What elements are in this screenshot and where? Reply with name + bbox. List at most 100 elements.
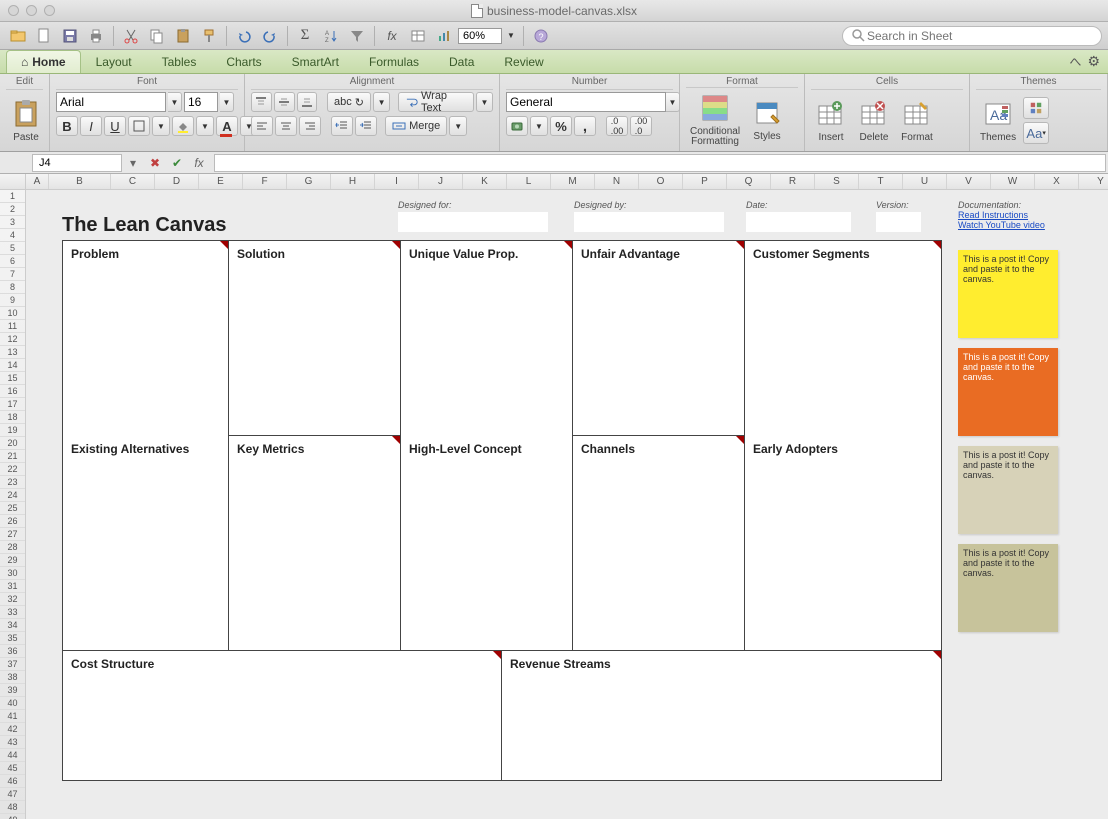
number-format-select[interactable] bbox=[506, 92, 666, 112]
row-header-45[interactable]: 45 bbox=[0, 762, 25, 775]
font-size-select[interactable] bbox=[184, 92, 218, 112]
percent-button[interactable]: % bbox=[550, 116, 572, 136]
col-header-J[interactable]: J bbox=[419, 174, 463, 189]
align-center-button[interactable] bbox=[275, 116, 297, 136]
increase-indent-button[interactable] bbox=[355, 116, 377, 136]
font-name-select[interactable] bbox=[56, 92, 166, 112]
save-button[interactable] bbox=[58, 25, 82, 47]
row-header-5[interactable]: 5 bbox=[0, 242, 25, 255]
undo-button[interactable] bbox=[232, 25, 256, 47]
currency-dropdown[interactable]: ▼ bbox=[530, 116, 548, 136]
col-header-F[interactable]: F bbox=[243, 174, 287, 189]
cell-solution[interactable]: Solution bbox=[229, 240, 401, 436]
col-header-P[interactable]: P bbox=[683, 174, 727, 189]
col-header-H[interactable]: H bbox=[331, 174, 375, 189]
new-button[interactable] bbox=[32, 25, 56, 47]
merge-button[interactable]: Merge bbox=[385, 116, 447, 136]
name-box-dropdown[interactable]: ▾ bbox=[122, 154, 144, 172]
merge-dropdown[interactable]: ▼ bbox=[449, 116, 467, 136]
collapse-ribbon-icon[interactable]: へ bbox=[1069, 53, 1081, 70]
font-color-button[interactable]: A bbox=[216, 116, 238, 136]
link-read-instructions[interactable]: Read Instructions bbox=[958, 210, 1045, 220]
show-formulas-button[interactable] bbox=[406, 25, 430, 47]
col-header-Y[interactable]: Y bbox=[1079, 174, 1108, 189]
row-header-29[interactable]: 29 bbox=[0, 554, 25, 567]
fx-insert-button[interactable]: fx bbox=[188, 154, 210, 172]
col-header-X[interactable]: X bbox=[1035, 174, 1079, 189]
format-painter-button[interactable] bbox=[197, 25, 221, 47]
meta-designed-by-box[interactable] bbox=[574, 212, 724, 232]
wrap-text-button[interactable]: Wrap Text bbox=[398, 92, 474, 112]
row-header-25[interactable]: 25 bbox=[0, 502, 25, 515]
orientation-button[interactable]: abc ↻ bbox=[327, 92, 371, 112]
row-header-37[interactable]: 37 bbox=[0, 658, 25, 671]
accept-formula-button[interactable]: ✔ bbox=[166, 154, 188, 172]
redo-button[interactable] bbox=[258, 25, 282, 47]
row-header-19[interactable]: 19 bbox=[0, 424, 25, 437]
select-all-corner[interactable] bbox=[0, 174, 26, 190]
row-header-32[interactable]: 32 bbox=[0, 593, 25, 606]
row-header-35[interactable]: 35 bbox=[0, 632, 25, 645]
row-header-10[interactable]: 10 bbox=[0, 307, 25, 320]
align-top-button[interactable] bbox=[251, 92, 272, 112]
tab-smartart[interactable]: SmartArt bbox=[277, 50, 354, 73]
tab-home[interactable]: ⌂Home bbox=[6, 50, 81, 73]
cell-revenue[interactable]: Revenue Streams bbox=[502, 651, 942, 781]
row-header-17[interactable]: 17 bbox=[0, 398, 25, 411]
autosum-button[interactable]: Σ bbox=[293, 25, 317, 47]
orientation-dropdown[interactable]: ▼ bbox=[373, 92, 390, 112]
cell-concept[interactable]: High-Level Concept bbox=[401, 436, 573, 651]
col-header-B[interactable]: B bbox=[49, 174, 111, 189]
col-header-N[interactable]: N bbox=[595, 174, 639, 189]
cell-metrics[interactable]: Key Metrics bbox=[229, 436, 401, 651]
tab-formulas[interactable]: Formulas bbox=[354, 50, 434, 73]
col-header-I[interactable]: I bbox=[375, 174, 419, 189]
bold-button[interactable]: B bbox=[56, 116, 78, 136]
meta-designed-for-box[interactable] bbox=[398, 212, 548, 232]
themes-button[interactable]: Aa Themes bbox=[976, 96, 1020, 145]
align-left-button[interactable] bbox=[251, 116, 273, 136]
col-header-C[interactable]: C bbox=[111, 174, 155, 189]
postit-orange[interactable]: This is a post it! Copy and paste it to … bbox=[958, 348, 1058, 436]
row-header-14[interactable]: 14 bbox=[0, 359, 25, 372]
row-header-6[interactable]: 6 bbox=[0, 255, 25, 268]
theme-fonts-button[interactable]: Aa▾ bbox=[1023, 122, 1049, 144]
cell-problem[interactable]: Problem bbox=[62, 240, 229, 436]
col-header-W[interactable]: W bbox=[991, 174, 1035, 189]
postit-grey[interactable]: This is a post it! Copy and paste it to … bbox=[958, 446, 1058, 534]
col-header-O[interactable]: O bbox=[639, 174, 683, 189]
col-header-D[interactable]: D bbox=[155, 174, 199, 189]
col-header-L[interactable]: L bbox=[507, 174, 551, 189]
maximize-icon[interactable] bbox=[44, 5, 55, 16]
open-button[interactable] bbox=[6, 25, 30, 47]
row-header-46[interactable]: 46 bbox=[0, 775, 25, 788]
row-header-16[interactable]: 16 bbox=[0, 385, 25, 398]
conditional-formatting-button[interactable]: Conditional Formatting bbox=[686, 90, 744, 149]
col-header-G[interactable]: G bbox=[287, 174, 331, 189]
paste-big-button[interactable]: Paste bbox=[6, 96, 46, 145]
col-header-K[interactable]: K bbox=[463, 174, 507, 189]
row-header-11[interactable]: 11 bbox=[0, 320, 25, 333]
close-icon[interactable] bbox=[8, 5, 19, 16]
delete-cells-button[interactable]: Delete bbox=[854, 96, 894, 145]
row-header-31[interactable]: 31 bbox=[0, 580, 25, 593]
insert-cells-button[interactable]: Insert bbox=[811, 96, 851, 145]
cell-unfair[interactable]: Unfair Advantage bbox=[573, 240, 745, 436]
copy-button[interactable] bbox=[145, 25, 169, 47]
align-bottom-button[interactable] bbox=[297, 92, 318, 112]
row-header-39[interactable]: 39 bbox=[0, 684, 25, 697]
zoom-dropdown[interactable]: ▼ bbox=[504, 25, 518, 47]
styles-button[interactable]: Styles bbox=[747, 95, 787, 144]
print-button[interactable] bbox=[84, 25, 108, 47]
postit-olive[interactable]: This is a post it! Copy and paste it to … bbox=[958, 544, 1058, 632]
help-button[interactable]: ? bbox=[529, 25, 553, 47]
col-header-R[interactable]: R bbox=[771, 174, 815, 189]
tab-charts[interactable]: Charts bbox=[211, 50, 276, 73]
row-header-9[interactable]: 9 bbox=[0, 294, 25, 307]
formula-input[interactable] bbox=[214, 154, 1106, 172]
row-header-7[interactable]: 7 bbox=[0, 268, 25, 281]
row-header-15[interactable]: 15 bbox=[0, 372, 25, 385]
row-header-30[interactable]: 30 bbox=[0, 567, 25, 580]
cell-uvp[interactable]: Unique Value Prop. bbox=[401, 240, 573, 436]
settings-gear-icon[interactable]: ⚙ bbox=[1087, 53, 1100, 70]
